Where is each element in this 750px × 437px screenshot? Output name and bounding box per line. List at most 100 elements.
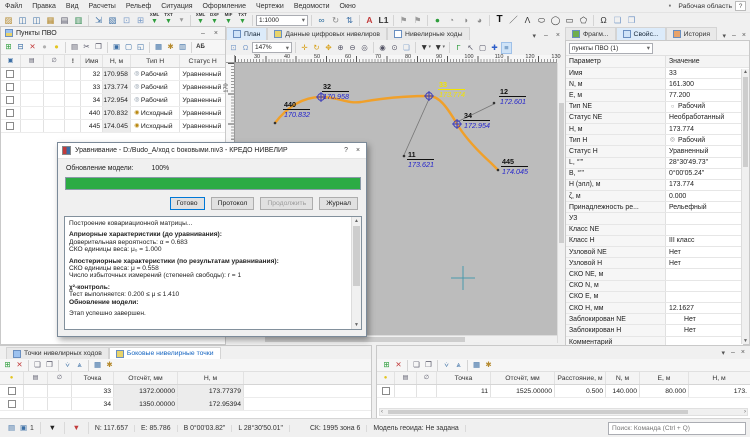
property-row[interactable]: N, м161.300 [566,79,749,90]
save-all-icon[interactable]: ◫ [30,14,43,26]
image1-icon[interactable]: ❏ [611,14,624,26]
ellipse-tool-icon[interactable]: ⬭ [535,14,548,26]
zoom-all-icon[interactable]: ◎ [359,42,370,54]
find-next-icon[interactable]: ⩒ [62,359,73,371]
export-dxf-icon[interactable]: DXF▼ [208,14,221,26]
free-zoom-icon[interactable]: Ω [240,42,251,54]
property-row[interactable]: Принадлежность ре...Рельефный [566,202,749,213]
add-row-icon[interactable]: ⊞ [3,41,14,53]
property-row[interactable]: B, °'"0°00'05.24" [566,169,749,180]
menu-window[interactable]: Окно [335,2,361,11]
menu-relief[interactable]: Рельеф [121,2,156,11]
point-label-445[interactable]: 445174.045 [501,158,528,176]
workspace-selector[interactable]: Рабочая область [678,3,732,10]
geoid-model[interactable]: Модель геоида: Не задана [367,425,465,432]
table-edit-icon[interactable]: ▥ [177,41,188,53]
table-icon[interactable]: ▦ [92,359,103,371]
adjustment-dialog[interactable]: Уравнивание - D:/Budo_A/ход с боковыми.n… [57,142,367,337]
plan-vscrollbar[interactable] [557,63,565,343]
point-row[interactable]: 440 170.832 ◉Исходный Уравненный [1,107,225,120]
menu-reports[interactable]: Ведомости [289,2,335,11]
point-row[interactable]: 34 172.954 ◎Рабочий Уравненный [1,94,225,107]
status-col-header[interactable]: Статус Н [180,55,225,67]
zoom-out-icon[interactable]: ⊖ [347,42,358,54]
table-icon[interactable]: ▦ [471,359,482,371]
delete-row-icon[interactable]: ✕ [14,359,25,371]
name-col-header[interactable]: Имя [81,55,103,67]
save-icon[interactable]: ◫ [16,14,29,26]
point-names-icon[interactable]: A [363,14,376,26]
sort-icon[interactable]: ⇅ [343,14,356,26]
row-checkbox[interactable] [6,122,14,130]
value-col-header[interactable]: Значение [666,56,743,67]
move-icon[interactable]: ✥ [323,42,334,54]
help-icon[interactable]: ? [735,1,746,11]
circle-q3-icon[interactable]: ◕ [473,14,486,26]
br-menu-icon[interactable]: ▾ [718,349,728,357]
menu-situation[interactable]: Ситуация [156,2,197,11]
pin-icon[interactable]: ▪ [664,0,675,12]
export-xml-icon[interactable]: XML▼ [194,14,207,26]
property-row[interactable]: Заблокирован NEНет [566,314,749,325]
flag2-icon[interactable]: ⚑ [411,14,424,26]
text-tool-icon[interactable]: T [493,14,506,26]
right-menu-icon[interactable]: ▾ [719,32,729,40]
import-data-icon[interactable]: ▧ [106,14,119,26]
br-hscrollbar[interactable]: ‹ › [379,408,748,416]
flag1-icon[interactable]: ⚑ [397,14,410,26]
row-checkbox[interactable] [382,387,390,395]
tab-run-points[interactable]: Точки нивелирных ходов [6,347,109,359]
cut-icon[interactable]: ✂ [81,41,92,53]
add-row-icon[interactable]: ⊞ [2,359,13,371]
property-row[interactable]: СКО Н, мм12.1627 [566,303,749,314]
table-settings-icon[interactable]: ✱ [483,359,494,371]
property-row[interactable]: Тип Н◎Рабочий [566,135,749,146]
copy-icon[interactable]: ❏ [32,359,43,371]
dialog-close-icon[interactable]: × [356,147,360,154]
row-checkbox[interactable] [6,109,14,117]
point-label-12[interactable]: 12172.601 [499,88,526,106]
side-point-row[interactable]: 33 1372.00000 173.77379 [0,385,371,398]
right-close-icon[interactable]: × [739,32,749,40]
layers-icon[interactable]: ▤ [6,422,17,434]
property-row[interactable]: Н (элл), м173.774 [566,180,749,191]
import-xml-icon[interactable]: XML▼ [148,14,161,26]
select-e-icon[interactable]: ▢ [123,41,134,53]
menu-calculations[interactable]: Расчеты [84,2,121,11]
done-button[interactable]: Готово [170,197,205,210]
param-col-header[interactable]: Параметр [566,56,666,67]
property-row[interactable]: Н, м173.774 [566,124,749,135]
table-icon[interactable]: ▦ [153,41,164,53]
tab-plan[interactable]: План [226,27,267,40]
side-point-row[interactable]: 34 1350.00000 172.95394 [0,398,371,411]
tab-leveling-runs[interactable]: Нивелирные ходы [387,27,469,40]
panel-close-icon[interactable]: × [211,30,221,37]
br-close-icon[interactable]: × [738,349,748,356]
e-col-header[interactable]: E, м [640,372,689,384]
tab-side-points[interactable]: Боковые нивелирные точки [109,347,221,359]
menu-drawings[interactable]: Чертежи [251,2,289,11]
property-row[interactable]: Класс НIII класс [566,236,749,247]
import-txt-icon[interactable]: TXT▼ [162,14,175,26]
menu-decoration[interactable]: Оформление [198,2,251,11]
property-row[interactable]: СКО E, м [566,292,749,303]
select-n-icon[interactable]: ▣ [111,41,122,53]
zoom-in-icon[interactable]: ⊕ [335,42,346,54]
rename-icon[interactable]: АБ [195,41,206,53]
import-frame-icon[interactable]: ⊡ [120,14,133,26]
type-col-header[interactable]: Тип Н [131,55,181,67]
snap-cursor-icon[interactable]: ↖ [465,42,476,54]
find-next-icon[interactable]: ⩒ [441,359,452,371]
menu-edit[interactable]: Правка [27,2,61,11]
side-shot-line-11[interactable] [404,99,429,155]
print-icon[interactable]: ▤ [58,14,71,26]
add-row-icon[interactable]: ⊞ [381,359,392,371]
circle-tool-icon[interactable]: ◯ [549,14,562,26]
select-h-icon[interactable]: ◱ [135,41,146,53]
scroll-left-icon[interactable]: ‹ [381,409,383,415]
properties-scrollbar[interactable]: ▲▼ [741,69,749,344]
property-row[interactable]: ζ, м0.000 [566,191,749,202]
polyline-tool-icon[interactable]: Λ [521,14,534,26]
right-minimize-icon[interactable]: – [729,32,739,40]
property-row[interactable]: L, °'"28°30'49.73" [566,158,749,169]
